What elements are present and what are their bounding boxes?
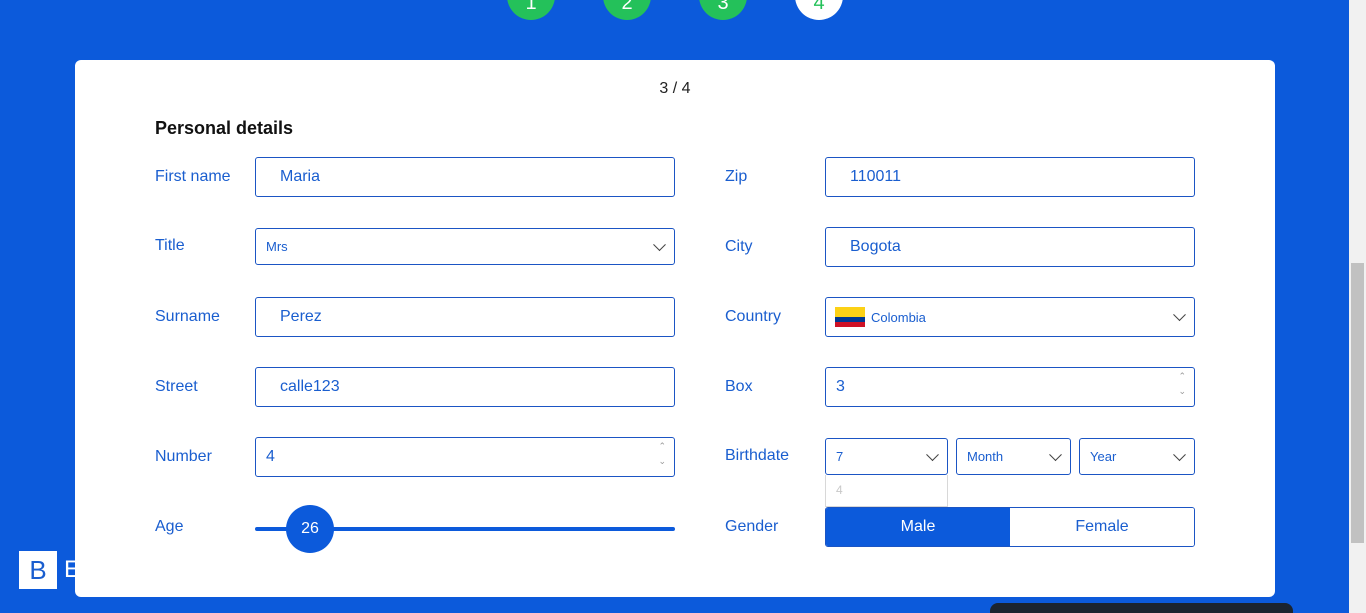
- title-value: Mrs: [266, 239, 288, 254]
- form-card: 3 / 4 Personal details First name Maria …: [75, 60, 1275, 597]
- step-4-indicator[interactable]: 4: [795, 0, 843, 20]
- birthdate-month-value: Month: [967, 449, 1004, 464]
- zip-input[interactable]: 110011: [825, 157, 1195, 197]
- zip-label: Zip: [725, 168, 748, 185]
- country-label: Country: [725, 308, 782, 325]
- spinner-up-icon[interactable]: ⌃: [1178, 372, 1186, 381]
- country-value: Colombia: [871, 309, 926, 325]
- birthdate-year-select[interactable]: Year: [1079, 438, 1195, 475]
- street-value: calle123: [280, 378, 340, 395]
- birthdate-day-value: 7: [836, 449, 844, 464]
- title-select[interactable]: Mrs: [255, 228, 675, 265]
- birthdate-month-select[interactable]: Month: [956, 438, 1071, 475]
- step-3-indicator[interactable]: 3: [699, 0, 747, 20]
- box-label: Box: [725, 378, 753, 395]
- chevron-down-icon: [1173, 308, 1186, 322]
- gender-female-option[interactable]: Female: [1010, 508, 1194, 546]
- box-value: 3: [836, 378, 845, 395]
- birthdate-label: Birthdate: [725, 447, 790, 464]
- number-value: 4: [266, 448, 275, 465]
- age-slider-thumb[interactable]: 26: [286, 505, 334, 553]
- step-2-indicator[interactable]: 2: [603, 0, 651, 20]
- first-name-value: Maria: [280, 168, 321, 185]
- chevron-down-icon: [653, 237, 666, 251]
- gender-male-option[interactable]: Male: [826, 508, 1010, 546]
- brand-logo[interactable]: B: [19, 551, 57, 589]
- number-spinner[interactable]: ⌃ ⌄: [658, 442, 666, 466]
- city-label: City: [725, 238, 753, 255]
- chevron-down-icon: [926, 447, 939, 461]
- first-name-input[interactable]: Maria: [255, 157, 675, 197]
- zip-value: 110011: [850, 168, 902, 185]
- box-spinner[interactable]: ⌃ ⌄: [1178, 372, 1186, 396]
- birthdate-day-option[interactable]: 4: [836, 483, 843, 497]
- city-input[interactable]: Bogota: [825, 227, 1195, 267]
- step-3-label: 3: [717, 0, 729, 14]
- brand-logo-text: E: [64, 556, 75, 583]
- gender-label: Gender: [725, 518, 779, 535]
- birthdate-year-value: Year: [1090, 449, 1117, 464]
- surname-label: Surname: [155, 308, 220, 325]
- step-1-indicator[interactable]: 1: [507, 0, 555, 20]
- surname-value: Perez: [280, 308, 322, 325]
- country-select[interactable]: Colombia: [825, 297, 1195, 337]
- box-input[interactable]: 3 ⌃ ⌄: [825, 367, 1195, 407]
- chevron-down-icon: [1173, 447, 1186, 461]
- colombia-flag-icon: [835, 307, 865, 327]
- section-title: Personal details: [155, 118, 294, 138]
- street-input[interactable]: calle123: [255, 367, 675, 407]
- brand-logo-letter: B: [29, 554, 47, 585]
- step-2-label: 2: [621, 0, 633, 14]
- street-label: Street: [155, 378, 198, 395]
- step-counter: 3 / 4: [659, 80, 691, 97]
- step-1-label: 1: [525, 0, 537, 14]
- age-label: Age: [155, 518, 184, 535]
- step-4-label: 4: [813, 0, 825, 14]
- surname-input[interactable]: Perez: [255, 297, 675, 337]
- page-scrollbar-thumb[interactable]: [1351, 263, 1364, 543]
- chat-widget-bar[interactable]: [990, 603, 1293, 613]
- city-value: Bogota: [850, 238, 901, 255]
- age-value: 26: [301, 520, 319, 537]
- gender-toggle[interactable]: Male Female: [825, 507, 1195, 547]
- chevron-down-icon: [1049, 447, 1062, 461]
- spinner-down-icon[interactable]: ⌄: [658, 457, 666, 466]
- birthdate-day-dropdown[interactable]: 4: [825, 475, 948, 507]
- number-input[interactable]: 4 ⌃ ⌄: [255, 437, 675, 477]
- first-name-label: First name: [155, 168, 231, 185]
- spinner-up-icon[interactable]: ⌃: [658, 442, 666, 451]
- title-label: Title: [155, 237, 185, 254]
- birthdate-day-select[interactable]: 7: [825, 438, 948, 475]
- number-label: Number: [155, 448, 212, 465]
- spinner-down-icon[interactable]: ⌄: [1178, 387, 1186, 396]
